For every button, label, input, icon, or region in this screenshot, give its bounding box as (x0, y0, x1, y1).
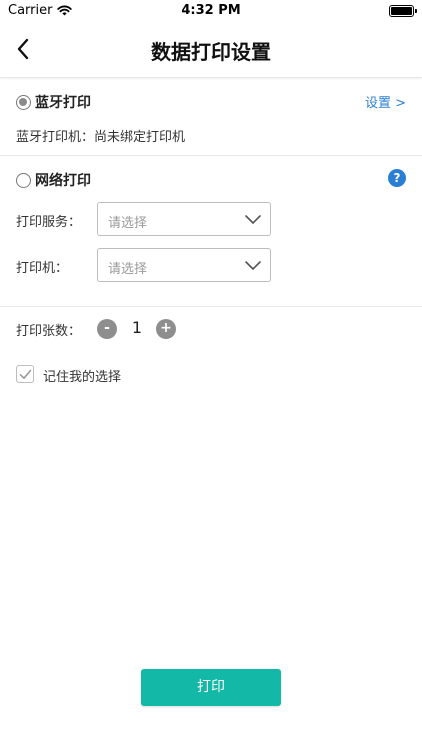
print-service-select[interactable]: 请选择 (97, 202, 271, 236)
divider (0, 155, 422, 156)
chevron-down-icon (245, 215, 261, 224)
chevron-down-icon (245, 261, 261, 270)
status-bar: Carrier 4:32 PM (0, 0, 422, 22)
print-button[interactable]: 打印 (141, 669, 281, 706)
bluetooth-print-option[interactable]: 蓝牙打印 (16, 92, 91, 112)
printer-label: 打印机： (16, 261, 69, 276)
remember-choice-checkbox[interactable] (16, 365, 34, 383)
printer-select[interactable]: 请选择 (97, 248, 271, 282)
clock: 4:32 PM (181, 3, 241, 18)
battery-icon (389, 5, 417, 17)
printer-placeholder: 请选择 (108, 262, 148, 277)
increase-copies-button[interactable]: + (156, 319, 176, 339)
bluetooth-print-label: 蓝牙打印 (35, 95, 91, 111)
network-radio[interactable] (16, 172, 31, 188)
bluetooth-radio[interactable] (16, 94, 31, 110)
bluetooth-setting-link[interactable]: 设置 > (365, 92, 406, 111)
page-title: 数据打印设置 (151, 40, 271, 64)
remember-choice-label: 记住我的选择 (43, 370, 122, 385)
print-copies-label: 打印张数： (16, 324, 82, 339)
decrease-copies-button[interactable]: - (97, 319, 117, 339)
network-print-option[interactable]: 网络打印 (16, 170, 91, 190)
print-service-placeholder: 请选择 (108, 216, 148, 231)
navigation-bar: 数据打印设置 (0, 22, 422, 78)
copies-value: 1 (131, 318, 143, 337)
divider (0, 306, 422, 307)
bluetooth-printer-status: 蓝牙打印机：尚未绑定打印机 (16, 130, 186, 145)
help-icon[interactable]: ? (388, 169, 406, 187)
print-service-label: 打印服务： (16, 215, 82, 230)
network-print-label: 网络打印 (35, 173, 91, 189)
checkmark-icon (19, 369, 32, 379)
